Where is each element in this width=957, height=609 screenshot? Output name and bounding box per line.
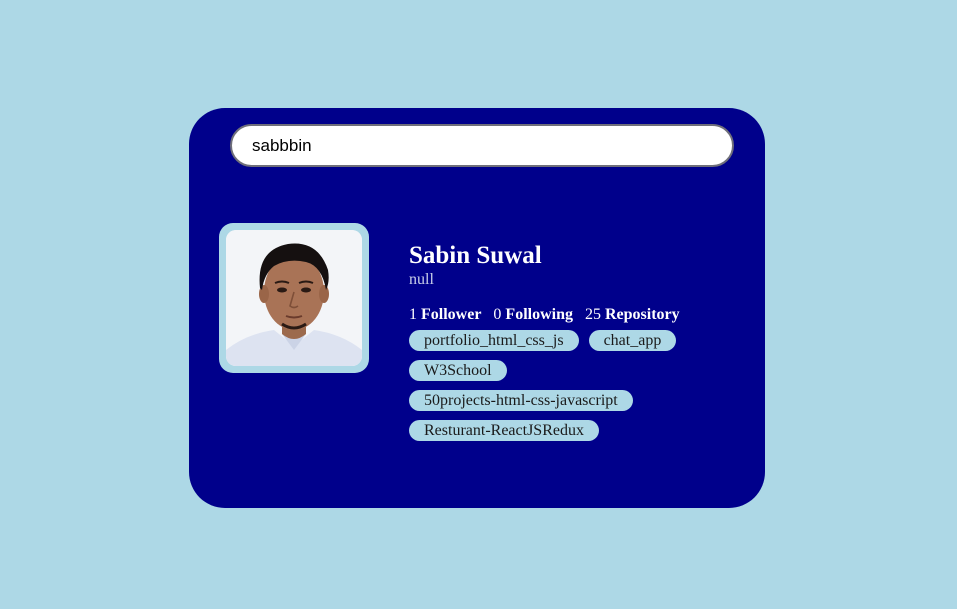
repos-label: Repository xyxy=(604,306,680,323)
repo-list: portfolio_html_css_js chat_app W3School … xyxy=(409,330,699,441)
repo-link[interactable]: 50projects-html-css-javascript xyxy=(409,390,633,411)
search-input[interactable] xyxy=(230,124,734,167)
followers-stat: 1 Follower xyxy=(409,306,481,323)
avatar-frame xyxy=(219,223,369,373)
repo-link[interactable]: portfolio_html_css_js xyxy=(409,330,579,351)
followers-label: Follower xyxy=(421,306,482,323)
followers-count: 1 xyxy=(409,306,417,323)
repos-stat: 25 Repository xyxy=(585,306,680,323)
profile-stats: 1 Follower 0 Following 25 Repository xyxy=(409,305,749,325)
repo-link[interactable]: W3School xyxy=(409,360,507,381)
repo-link[interactable]: Resturant-ReactJSRedux xyxy=(409,420,599,441)
profile-bio: null xyxy=(409,271,434,288)
following-label: Following xyxy=(505,306,573,323)
following-count: 0 xyxy=(493,306,502,323)
profile-name: Sabin Suwal xyxy=(409,242,542,269)
profile-info: Sabin Suwal null 1 Follower 0 Following … xyxy=(409,241,749,441)
following-stat: 0 Following xyxy=(493,306,573,323)
repo-link[interactable]: chat_app xyxy=(588,330,677,351)
avatar xyxy=(226,230,362,366)
repos-count: 25 xyxy=(584,306,601,323)
